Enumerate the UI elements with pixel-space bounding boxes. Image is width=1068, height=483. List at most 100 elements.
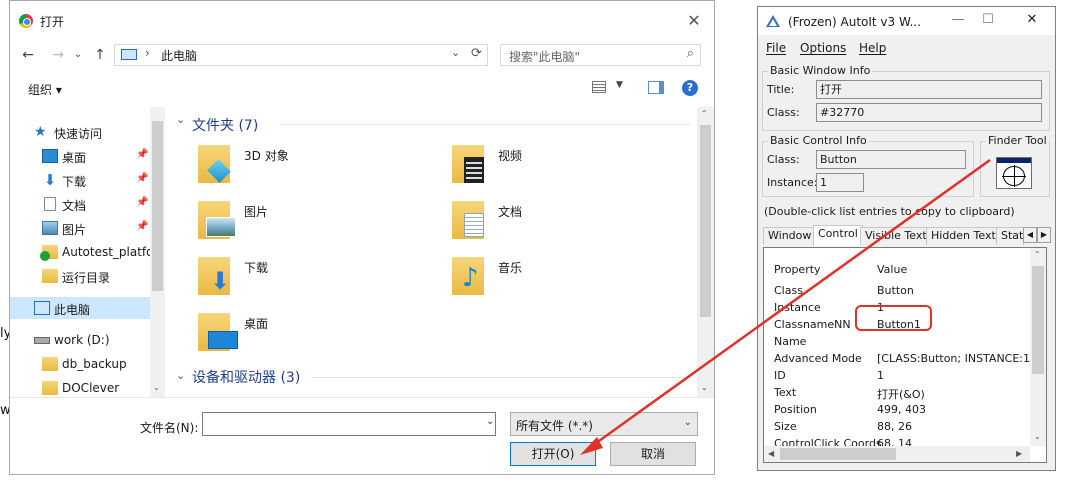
filename-chevron-down-icon[interactable]: ⌄ — [486, 416, 494, 427]
list-item[interactable]: ID — [774, 369, 786, 382]
window-title-field[interactable]: 打开 — [816, 80, 1042, 99]
back-arrow-icon[interactable]: ← — [18, 44, 38, 66]
open-button[interactable]: 打开(O) — [510, 442, 596, 466]
nav-item-desktop[interactable]: 桌面 📌 — [10, 145, 150, 167]
filetype-select[interactable]: 所有文件 (*.*) ⌄ — [510, 412, 698, 436]
nav-item-quick-access[interactable]: ★ 快速访问 — [10, 121, 150, 143]
address-bar[interactable]: › 此电脑 ⌄ ⟳ — [114, 44, 488, 66]
scroll-down-icon[interactable]: ⌄ — [1034, 432, 1041, 441]
minimize-icon[interactable]: — — [948, 12, 968, 30]
tab-scroll-right-icon[interactable]: ▶ — [1037, 227, 1051, 243]
chevron-down-icon[interactable]: ⌄ — [684, 417, 692, 428]
tab-window[interactable]: Window — [763, 227, 817, 245]
list-header-property[interactable]: Property — [774, 263, 821, 276]
nav-item-run-directory[interactable]: 运行目录 — [10, 265, 150, 287]
list-header-value[interactable]: Value — [877, 263, 907, 276]
nav-item-doclever[interactable]: DOClever — [10, 377, 150, 397]
list-item[interactable]: Text — [774, 386, 796, 399]
list-item[interactable]: ClassnameNN — [774, 318, 851, 331]
organize-button[interactable]: 组织 ▾ — [28, 81, 62, 98]
recent-chevron-down-icon[interactable]: ⌄ — [68, 44, 88, 66]
close-icon[interactable]: ✕ — [684, 11, 704, 31]
scrollbar-thumb[interactable] — [700, 125, 711, 317]
scroll-up-icon[interactable]: ⌃ — [701, 109, 708, 118]
breadcrumb-separator-icon[interactable]: › — [145, 46, 150, 60]
list-item-value[interactable]: 88, 26 — [877, 420, 912, 433]
title-label: Title: — [767, 83, 795, 96]
list-horizontal-scrollbar[interactable]: ◀ ▶ — [764, 446, 1030, 462]
cancel-button[interactable]: 取消 — [610, 442, 696, 466]
nav-item-db-backup[interactable]: db_backup — [10, 353, 150, 375]
scroll-right-icon[interactable]: ▶ — [1016, 449, 1022, 458]
list-item[interactable]: Advanced Mode — [774, 352, 862, 365]
nav-item-pictures[interactable]: 图片 📌 — [10, 217, 150, 239]
list-item-value[interactable]: [CLASS:Button; INSTANCE:1] — [877, 352, 1034, 365]
scroll-down-icon[interactable]: ⌄ — [153, 383, 160, 392]
view-options-icon[interactable] — [592, 81, 606, 93]
list-item-value[interactable]: 499, 403 — [877, 403, 926, 416]
collapse-chevron-icon[interactable]: ⌄ — [176, 113, 185, 126]
list-item-value[interactable]: Button — [877, 284, 914, 297]
list-item[interactable]: Size — [774, 420, 797, 433]
nav-item-downloads[interactable]: ⬇ 下载 📌 — [10, 169, 150, 191]
list-vertical-scrollbar[interactable]: ⌃ ⌄ — [1030, 248, 1046, 446]
breadcrumb-this-pc[interactable]: 此电脑 — [161, 47, 197, 64]
menu-file[interactable]: File — [766, 41, 786, 55]
menu-options[interactable]: Options — [800, 41, 846, 55]
scroll-left-icon[interactable]: ◀ — [768, 449, 774, 458]
view-chevron-down-icon[interactable]: ▼ — [616, 80, 623, 90]
nav-item-documents[interactable]: 文档 📌 — [10, 193, 150, 215]
list-item[interactable]: Position — [774, 403, 817, 416]
folder-tile-videos[interactable]: 视频 — [452, 143, 692, 193]
preview-pane-icon[interactable] — [648, 81, 664, 94]
scroll-up-icon[interactable]: ⌃ — [1034, 250, 1041, 259]
tab-scroll-left-icon[interactable]: ◀ — [1023, 227, 1037, 243]
tab-status[interactable]: Stat — [996, 227, 1024, 245]
window-class-field[interactable]: #32770 — [816, 103, 1042, 122]
list-item[interactable]: Instance — [774, 301, 821, 314]
menu-help[interactable]: Help — [859, 41, 886, 55]
control-class-field[interactable]: Button — [816, 150, 966, 169]
maximize-icon[interactable]: ☐ — [978, 12, 998, 30]
folder-tile-music[interactable]: ♪ 音乐 — [452, 255, 692, 305]
collapse-chevron-icon[interactable]: ⌄ — [176, 369, 185, 382]
control-instance-field[interactable]: 1 — [816, 173, 864, 192]
autoit-title-bar[interactable]: (Frozen) AutoIt v3 W... — ☐ ✕ — [758, 7, 1055, 35]
folder-tile-documents[interactable]: 文档 — [452, 199, 692, 249]
content-scrollbar[interactable]: ⌃ ⌄ — [697, 107, 714, 397]
folder-tile-desktop[interactable]: 桌面 — [198, 311, 438, 361]
nav-item-this-pc[interactable]: 此电脑 — [10, 297, 150, 319]
list-item[interactable]: Name — [774, 335, 806, 348]
close-icon[interactable]: ✕ — [1022, 12, 1042, 30]
up-arrow-icon[interactable]: ↑ — [90, 44, 110, 66]
list-item-value[interactable]: 打开(&O) — [877, 386, 925, 402]
dialog-title-bar[interactable]: 打开 ✕ — [10, 1, 714, 41]
nav-item-autotest-platform[interactable]: Autotest_platfo — [10, 241, 153, 263]
refresh-icon[interactable]: ⟳ — [471, 46, 482, 61]
list-item[interactable]: Class — [774, 284, 803, 297]
list-item-value[interactable]: 1 — [877, 369, 884, 382]
tab-hidden-text[interactable]: Hidden Text — [926, 227, 1001, 245]
tab-control[interactable]: Control — [813, 225, 863, 246]
forward-arrow-icon[interactable]: → — [48, 44, 68, 66]
scrollbar-thumb[interactable] — [1032, 266, 1044, 374]
chevron-down-icon[interactable]: ⌄ — [451, 46, 460, 59]
scroll-down-icon[interactable]: ⌄ — [701, 383, 708, 392]
property-list[interactable]: Property Value Class Button Instance 1 C… — [763, 247, 1047, 463]
group-header-folders[interactable]: 文件夹 (7) — [192, 115, 258, 135]
scrollbar-thumb[interactable] — [780, 448, 896, 460]
folder-tile-pictures[interactable]: 图片 — [198, 199, 438, 249]
nav-item-work-drive[interactable]: work (D:) — [10, 329, 150, 351]
scrollbar-thumb[interactable] — [152, 121, 163, 291]
search-icon[interactable]: ⌕ — [687, 46, 694, 61]
nav-scrollbar[interactable]: ⌄ — [150, 107, 165, 397]
folder-tile-3d-objects[interactable]: 3D 对象 — [198, 143, 438, 193]
finder-tool-crosshair-icon[interactable] — [996, 157, 1032, 189]
group-header-devices[interactable]: 设备和驱动器 (3) — [192, 367, 300, 387]
search-box[interactable]: 搜索"此电脑" ⌕ — [500, 44, 701, 66]
tab-visible-text[interactable]: Visible Text — [860, 227, 932, 245]
help-icon[interactable]: ? — [682, 80, 698, 96]
filename-input[interactable] — [202, 412, 496, 436]
folder-tile-downloads[interactable]: ⬇ 下载 — [198, 255, 438, 305]
group-legend: Basic Control Info — [768, 134, 869, 147]
